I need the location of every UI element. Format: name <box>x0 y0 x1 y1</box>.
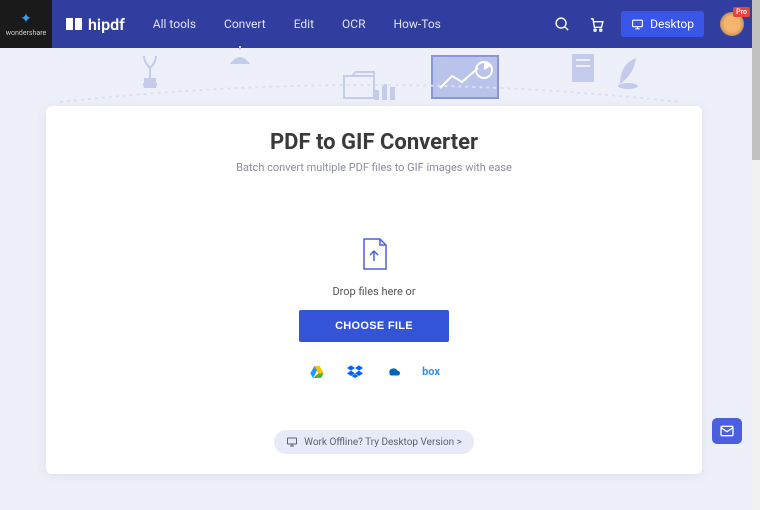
dropzone-label: Drop files here or <box>332 285 415 298</box>
document-icon <box>570 52 600 86</box>
wondershare-label: wondershare <box>6 29 46 37</box>
main-nav: All tools Convert Edit OCR How-Tos <box>153 17 441 31</box>
plant-icon <box>130 48 170 88</box>
envelope-icon <box>719 423 735 439</box>
user-avatar[interactable]: Pro <box>720 12 744 36</box>
pro-badge: Pro <box>733 7 750 17</box>
scrollbar-thumb[interactable] <box>752 0 760 160</box>
hipdf-logo-icon <box>66 16 82 32</box>
google-drive-icon[interactable] <box>309 364 325 380</box>
decorative-background <box>0 48 760 108</box>
nav-right: Desktop Pro <box>553 11 744 37</box>
cloud-sources-row: box <box>309 364 439 380</box>
chat-button[interactable] <box>712 418 742 444</box>
desktop-icon <box>631 18 644 31</box>
quill-icon <box>614 54 644 90</box>
offline-pill[interactable]: Work Offline? Try Desktop Version > <box>274 430 474 454</box>
wondershare-logo-icon: ✦ <box>20 11 32 27</box>
page-subtitle: Batch convert multiple PDF files to GIF … <box>76 161 672 174</box>
brand-name: hipdf <box>88 15 125 34</box>
nav-convert[interactable]: Convert <box>224 17 266 31</box>
nav-all-tools[interactable]: All tools <box>153 17 196 31</box>
upload-file-icon <box>360 237 388 271</box>
hipdf-brand[interactable]: hipdf <box>66 15 125 34</box>
dropbox-icon[interactable] <box>347 364 363 380</box>
scrollbar[interactable] <box>752 0 760 510</box>
download-icon <box>286 436 298 448</box>
search-icon[interactable] <box>553 15 571 33</box>
main-card: PDF to GIF Converter Batch convert multi… <box>46 106 702 474</box>
nav-howtos[interactable]: How-Tos <box>394 17 441 31</box>
nav-edit[interactable]: Edit <box>294 17 314 31</box>
wondershare-brand-block[interactable]: ✦ wondershare <box>0 0 52 48</box>
bars-icon <box>372 76 402 106</box>
lamp-icon <box>220 46 260 86</box>
folder-icon <box>340 64 380 104</box>
desktop-button[interactable]: Desktop <box>621 11 704 37</box>
top-navbar: ✦ wondershare hipdf All tools Convert Ed… <box>0 0 760 48</box>
page-title: PDF to GIF Converter <box>76 130 672 155</box>
desktop-button-label: Desktop <box>650 17 694 31</box>
curve-line <box>60 78 680 108</box>
nav-ocr[interactable]: OCR <box>342 17 365 31</box>
chart-screen-icon <box>430 54 500 100</box>
choose-file-button[interactable]: CHOOSE FILE <box>299 310 449 342</box>
cart-icon[interactable] <box>587 15 605 33</box>
file-dropzone[interactable]: Drop files here or CHOOSE FILE box <box>76 202 672 414</box>
box-icon[interactable]: box <box>423 364 439 380</box>
offline-pill-label: Work Offline? Try Desktop Version > <box>304 437 462 448</box>
onedrive-icon[interactable] <box>385 364 401 380</box>
